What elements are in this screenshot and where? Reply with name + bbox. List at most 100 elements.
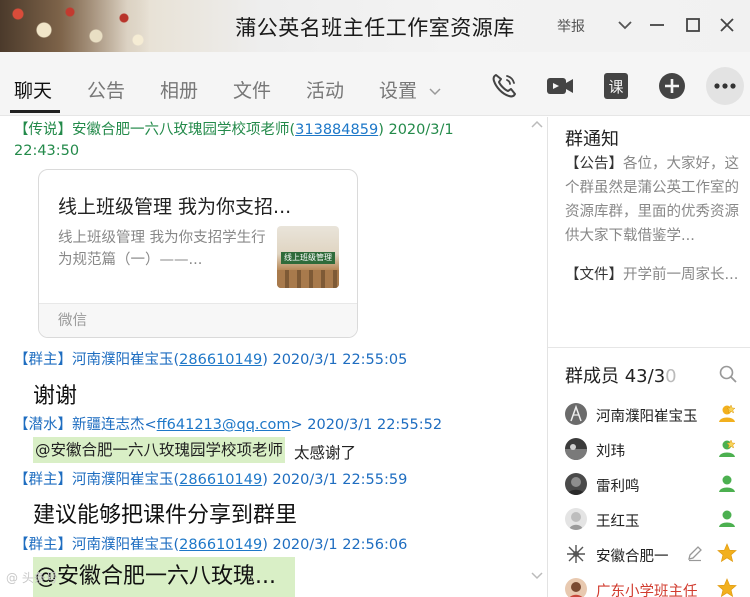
group-info-panel: 群通知 【公告】各位，大家好，这个群虽然是蒲公英工作室的资源库群，里面的优秀资源…	[547, 117, 750, 597]
message-text: 建议能够把课件分享到群里	[33, 503, 298, 528]
message-time: 2020/3/1	[388, 122, 454, 138]
members-title: 群成员 43/30	[565, 362, 677, 388]
member-item[interactable]: 安徽合肥一	[565, 540, 745, 568]
sender-id-link[interactable]: 286610149	[179, 472, 262, 488]
sender-name[interactable]: 新疆连志杰<	[72, 417, 157, 433]
message-time: 2020/3/1 22:55:52	[307, 417, 443, 433]
member-item[interactable]: 王红玉	[565, 505, 745, 533]
member-level-tag: 【群主】	[14, 472, 72, 488]
sender-id-link[interactable]: 313884859	[295, 122, 378, 138]
avatar	[565, 578, 587, 597]
card-title: 线上班级管理 我为你支招...	[58, 196, 292, 218]
phone-icon[interactable]	[488, 70, 520, 102]
file-label: 【文件】	[565, 267, 623, 283]
message-time: 2020/3/1 22:55:59	[272, 472, 408, 488]
avatar	[565, 403, 587, 425]
message-header: 【传说】安徽合肥一六八玫瑰园学校项老师(313884859) 2020/3/1	[14, 118, 454, 139]
title-bar: 蒲公英名班主任工作室资源库 举报	[0, 0, 750, 52]
file-text: 开学前一周家长...	[623, 267, 739, 283]
shared-article-card[interactable]: 线上班级管理 我为你支招... 线上班级管理 我为你支招学生行为规范篇（一）——…	[38, 169, 358, 338]
group-announcement[interactable]: 【公告】各位，大家好，这个群虽然是蒲公英工作室的资源库群，里面的优秀资源供大家下…	[565, 152, 741, 248]
chat-area[interactable]: 【传说】安徽合肥一六八玫瑰园学校项老师(313884859) 2020/3/1 …	[0, 117, 547, 597]
message-text: 太感谢了	[294, 444, 357, 462]
mention-highlight[interactable]: @安徽合肥一六八玫瑰...	[33, 557, 295, 597]
card-description: 线上班级管理 我为你支招学生行为规范篇（一）——...	[58, 230, 266, 268]
message-time-second-line: 22:43:50	[14, 143, 80, 159]
message-time: 2020/3/1 22:55:05	[272, 352, 408, 368]
tab-bar: 聊天 公告 相册 文件 活动 设置 课	[0, 52, 750, 116]
add-icon[interactable]	[656, 70, 688, 102]
member-name: 刘玮	[596, 444, 625, 460]
divider	[548, 347, 750, 348]
member-item[interactable]: 广东小学班主任	[565, 575, 745, 597]
sender-id-link[interactable]: 286610149	[179, 352, 262, 368]
sender-name[interactable]: 河南濮阳崔宝玉(	[72, 537, 179, 553]
sender-name[interactable]: 河南濮阳崔宝玉(	[72, 472, 179, 488]
maximize-icon[interactable]	[680, 12, 706, 38]
report-button[interactable]: 举报	[557, 16, 585, 36]
tab-settings[interactable]: 设置	[379, 76, 441, 103]
scroll-down-icon[interactable]	[530, 571, 544, 581]
member-level-tag: 【群主】	[14, 352, 72, 368]
member-level-tag: 【传说】	[14, 122, 72, 138]
message-header: 【群主】河南濮阳崔宝玉(286610149) 2020/3/1 22:56:06	[14, 533, 407, 554]
course-icon[interactable]: 课	[600, 70, 632, 102]
avatar	[565, 543, 587, 565]
sender-name[interactable]: 安徽合肥一六八玫瑰园学校项老师(	[72, 122, 295, 138]
video-call-icon[interactable]	[544, 70, 576, 102]
minimize-icon[interactable]	[644, 12, 670, 38]
member-name: 安徽合肥一	[596, 549, 669, 565]
more-icon[interactable]	[706, 67, 744, 105]
avatar	[565, 473, 587, 495]
watermark: @ 头条号	[6, 571, 58, 585]
tab-files[interactable]: 文件	[233, 76, 271, 103]
edit-icon[interactable]	[686, 544, 704, 562]
card-thumbnail: 线上班级管理	[277, 226, 339, 288]
group-notice-title: 群通知	[565, 129, 619, 150]
member-item[interactable]: 刘玮	[565, 435, 745, 463]
message-header: 【群主】河南濮阳崔宝玉(286610149) 2020/3/1 22:55:59	[14, 468, 407, 489]
member-name: 王红玉	[596, 514, 640, 530]
message-time: 2020/3/1 22:56:06	[272, 537, 408, 553]
tab-announcement[interactable]: 公告	[87, 76, 125, 103]
message-header: 【群主】河南濮阳崔宝玉(286610149) 2020/3/1 22:55:05	[14, 348, 407, 369]
mention-highlight[interactable]: @安徽合肥一六八玫瑰园学校项老师	[33, 437, 286, 463]
message-header: 【潜水】新疆连志杰<ff641213@qq.com> 2020/3/1 22:5…	[14, 413, 442, 434]
sender-id-bracket: )	[262, 537, 268, 553]
close-icon[interactable]	[714, 12, 740, 38]
member-level-tag: 【群主】	[14, 537, 72, 553]
tab-album[interactable]: 相册	[160, 76, 198, 103]
dropdown-icon[interactable]	[612, 12, 638, 38]
avatar	[565, 438, 587, 460]
member-name: 河南濮阳崔宝玉	[596, 409, 698, 425]
thumbnail-desks	[277, 270, 339, 288]
admin-badge-icon	[716, 437, 738, 459]
active-tab-indicator	[10, 110, 60, 113]
member-badge-icon	[716, 472, 738, 494]
member-badge-icon	[716, 507, 738, 529]
thumbnail-board-text: 线上班级管理	[281, 252, 335, 264]
search-icon[interactable]	[718, 364, 738, 384]
member-level-tag: 【潜水】	[14, 417, 72, 433]
sender-id-bracket: )	[262, 352, 268, 368]
members-count-faded: 0	[665, 366, 677, 387]
card-source: 微信	[39, 303, 357, 337]
member-name: 雷利鸣	[596, 479, 640, 495]
avatar	[565, 508, 587, 530]
sender-name[interactable]: 河南濮阳崔宝玉(	[72, 352, 179, 368]
member-item[interactable]: 雷利鸣	[565, 470, 745, 498]
svg-text:课: 课	[608, 78, 623, 96]
sender-id-link[interactable]: 286610149	[179, 537, 262, 553]
scroll-up-icon[interactable]	[530, 119, 544, 129]
owner-badge-icon	[716, 402, 738, 424]
member-item[interactable]: 河南濮阳崔宝玉	[565, 400, 745, 428]
announcement-label: 【公告】	[565, 156, 623, 172]
message-time-continued: 22:43:50	[14, 143, 79, 159]
tab-activity[interactable]: 活动	[306, 76, 344, 103]
star-badge-icon	[716, 577, 738, 597]
tab-chat[interactable]: 聊天	[14, 76, 52, 103]
sender-id-link[interactable]: ff641213@qq.com	[157, 417, 291, 433]
group-file-notice[interactable]: 【文件】开学前一周家长...	[565, 263, 747, 284]
message-text: 谢谢	[33, 384, 78, 409]
chevron-down-icon	[429, 87, 441, 95]
